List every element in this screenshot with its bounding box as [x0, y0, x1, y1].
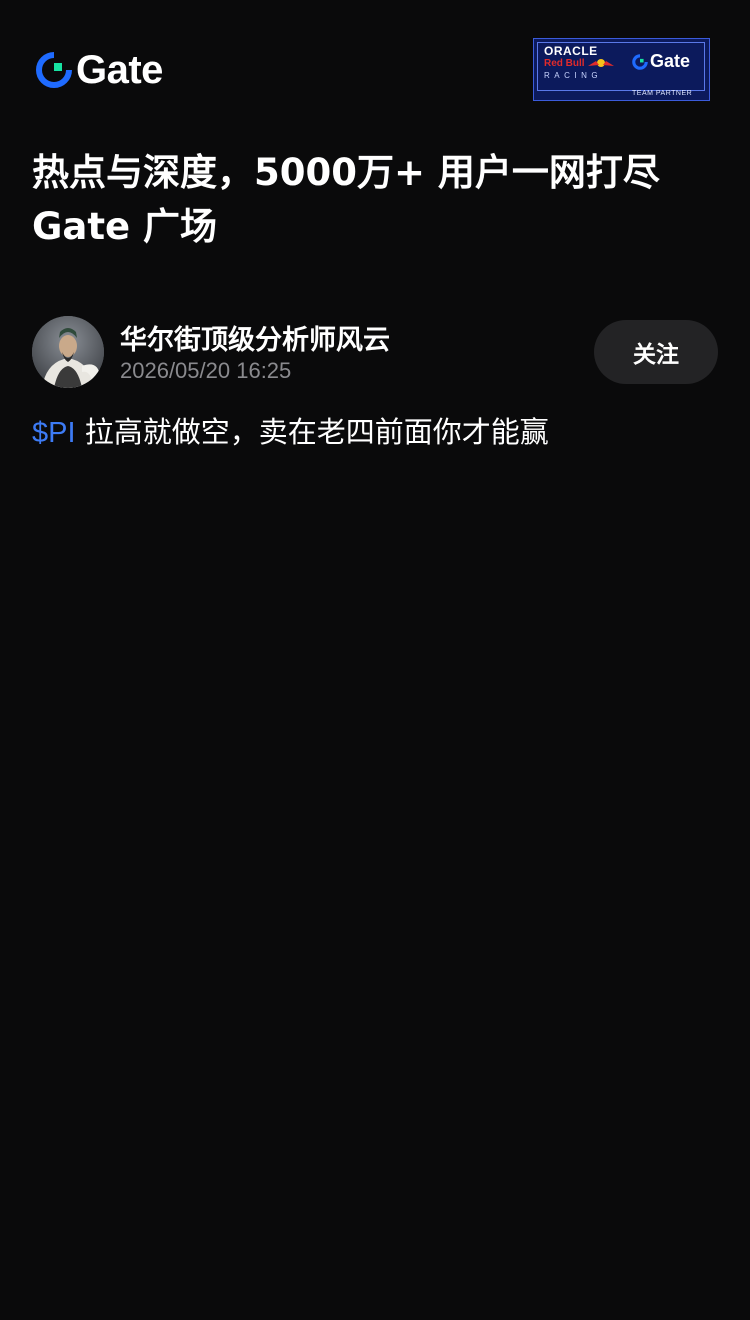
page-title-line2: Gate 广场 — [32, 205, 217, 248]
redbull-bull-icon — [588, 59, 614, 67]
gate-logo-icon — [36, 52, 72, 88]
ticker-link[interactable]: $PI — [32, 417, 76, 449]
partner-gate-text: Gate — [650, 51, 691, 71]
oracle-wordmark: ORACLE — [544, 44, 598, 58]
author-name[interactable]: 华尔街顶级分析师风云 — [120, 318, 390, 357]
gate-logo[interactable]: Gate — [36, 50, 163, 90]
avatar-image — [32, 316, 104, 388]
post-author: 华尔街顶级分析师风云 2026/05/20 16:25 关注 — [32, 316, 718, 388]
partner-gate-logo: Gate — [632, 51, 690, 72]
page-title-line1: 热点与深度，5000万+ 用户一网打尽 — [32, 151, 660, 194]
page-title: 热点与深度，5000万+ 用户一网打尽 Gate 广场 — [32, 146, 722, 254]
post-content: $PI 拉高就做空，卖在老四前面你才能赢 — [32, 412, 722, 453]
racing-wordmark: RACING — [544, 71, 603, 80]
post-timestamp: 2026/05/20 16:25 — [120, 358, 292, 383]
team-partner-badge[interactable]: ORACLE Red Bull RACING Gate TEAM PARTNER — [533, 38, 710, 101]
avatar[interactable] — [32, 316, 104, 388]
redbull-wordmark: Red Bull — [544, 58, 585, 69]
follow-button[interactable]: 关注 — [594, 320, 718, 384]
logo-text: Gate — [76, 48, 163, 92]
gate-logo-small-icon — [632, 53, 648, 70]
post-text: 拉高就做空，卖在老四前面你才能赢 — [75, 415, 549, 449]
header: Gate ORACLE Red Bull RACING Gate TEAM PA… — [0, 0, 750, 120]
team-partner-label: TEAM PARTNER — [632, 90, 693, 97]
